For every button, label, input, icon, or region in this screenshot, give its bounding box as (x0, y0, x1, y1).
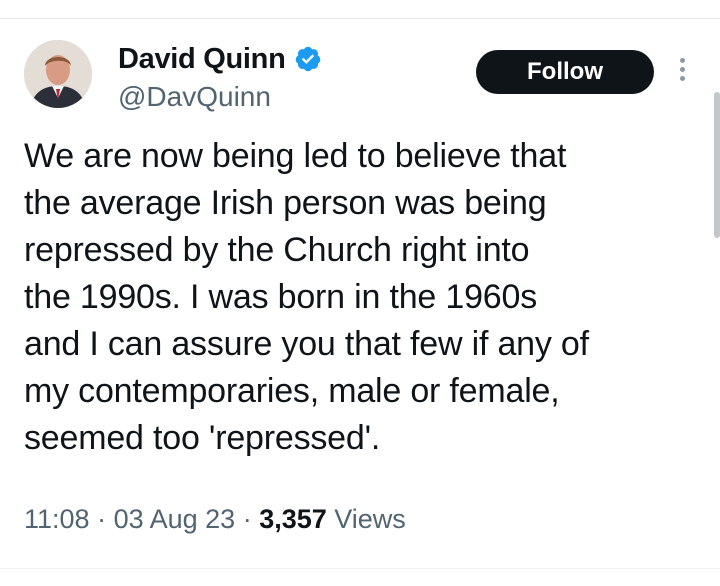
tweet-date[interactable]: 03 Aug 23 (114, 504, 236, 534)
author-name[interactable]: David Quinn (118, 41, 286, 77)
tweet-text-line: the 1990s. I was born in the 1960s (24, 278, 537, 316)
tweet-text-line: seemed too 'repressed'. (24, 419, 381, 457)
author-handle[interactable]: @DavQuinn (118, 79, 271, 115)
more-vertical-icon[interactable] (676, 58, 688, 90)
top-divider (0, 18, 720, 19)
meta-separator: · (89, 504, 114, 534)
tweet-text-line: and I can assure you that few if any of (24, 325, 589, 363)
tweet-text-line: repressed by the Church right into (24, 231, 530, 269)
follow-button[interactable]: Follow (476, 50, 654, 94)
bottom-divider (0, 568, 720, 569)
avatar[interactable] (24, 40, 92, 108)
views-label: Views (326, 504, 406, 534)
tweet-meta: 11:08 · 03 Aug 23 · 3,357 Views (24, 499, 406, 539)
tweet-text-line: We are now being led to believe that (24, 137, 567, 175)
scrollbar[interactable] (714, 92, 720, 238)
views-count: 3,357 (259, 504, 327, 534)
tweet-text: We are now being led to believe that the… (24, 133, 704, 462)
author-name-row: David Quinn (118, 41, 322, 77)
verified-badge-icon (295, 46, 320, 72)
tweet-text-line: my contemporaries, male or female, (24, 372, 560, 410)
meta-separator: · (235, 504, 260, 534)
tweet-time[interactable]: 11:08 (24, 504, 90, 534)
tweet-text-line: the average Irish person was being (24, 184, 547, 222)
avatar-image (24, 40, 92, 108)
